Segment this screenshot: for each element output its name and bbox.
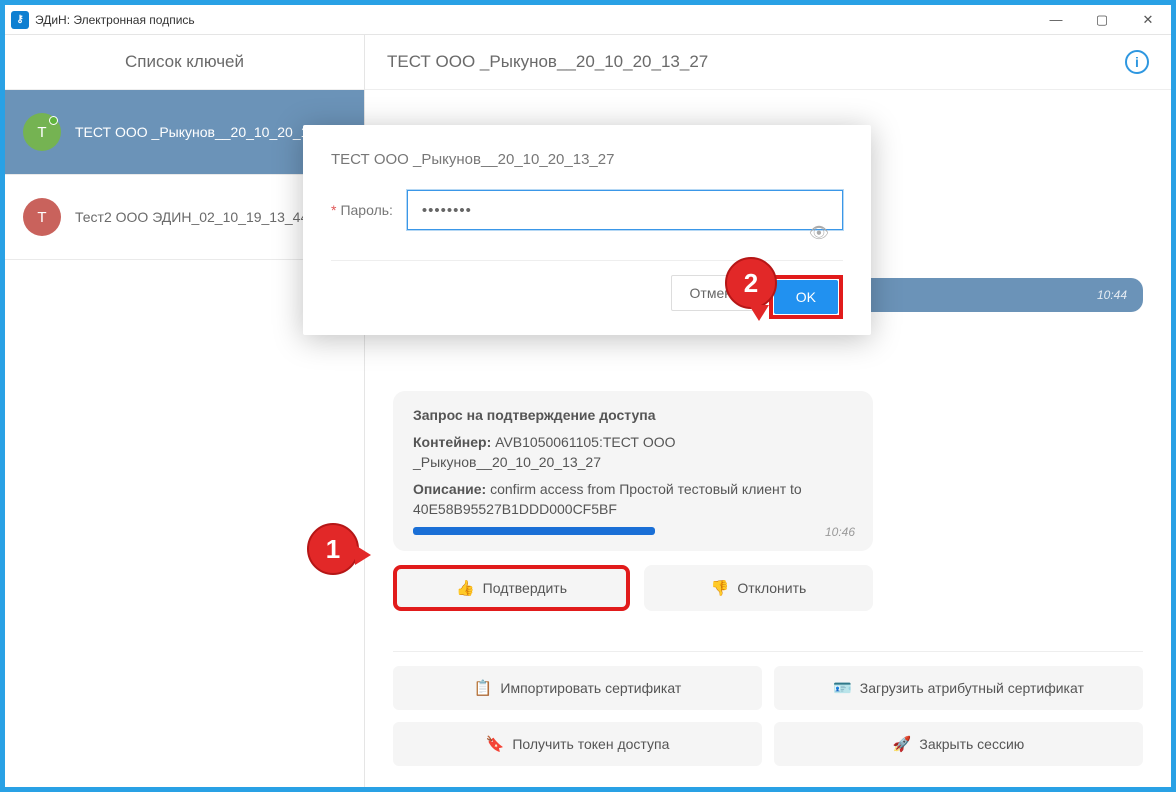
minimize-button[interactable]: —	[1033, 5, 1079, 35]
reject-button[interactable]: 👎 Отклонить	[644, 565, 873, 611]
sidebar-header: Список ключей	[5, 35, 364, 90]
load-attr-cert-button[interactable]: 🪪 Загрузить атрибутный сертификат	[774, 666, 1143, 710]
get-token-button[interactable]: 🔖 Получить токен доступа	[393, 722, 762, 766]
progress-bar	[413, 527, 655, 535]
close-session-icon: 🚀	[893, 735, 912, 753]
key-label: ТЕСТ ООО _Рыкунов__20_10_20_13_27	[75, 124, 340, 140]
message-time: 10:44	[1097, 288, 1127, 302]
attribute-icon: 🪪	[833, 679, 852, 697]
annotation-callout-2: 2	[725, 257, 777, 309]
avatar: Т	[23, 198, 61, 236]
confirm-button[interactable]: 👍 Подтвердить	[393, 565, 630, 611]
password-label: *Пароль:	[331, 202, 393, 218]
app-icon: ⚷	[11, 11, 29, 29]
description-label: Описание:	[413, 481, 486, 497]
clipboard-icon: 📋	[474, 679, 493, 697]
container-label: Контейнер:	[413, 434, 491, 450]
password-input[interactable]	[407, 190, 843, 230]
annotation-callout-1: 1	[307, 523, 359, 575]
eye-icon[interactable]: 👁	[809, 223, 829, 243]
password-dialog: ТЕСТ ООО _Рыкунов__20_10_20_13_27 *Парол…	[303, 125, 871, 335]
titlebar: ⚷ ЭДиН: Электронная подпись — ▢ ✕	[5, 5, 1171, 35]
content-header: ТЕСТ ООО _Рыкунов__20_10_20_13_27 i	[365, 35, 1171, 90]
thumbs-up-icon: 👍	[456, 579, 475, 597]
avatar: Т	[23, 113, 61, 151]
status-dot-icon	[49, 116, 58, 125]
thumbs-down-icon: 👎	[711, 579, 730, 597]
token-icon: 🔖	[486, 735, 505, 753]
close-button[interactable]: ✕	[1125, 5, 1171, 35]
card-time: 10:46	[825, 525, 855, 539]
required-mark-icon: *	[331, 202, 336, 218]
info-icon[interactable]: i	[1125, 50, 1149, 74]
maximize-button[interactable]: ▢	[1079, 5, 1125, 35]
access-request-card: Запрос на подтверждение доступа Контейне…	[393, 391, 873, 551]
dialog-title: ТЕСТ ООО _Рыкунов__20_10_20_13_27	[331, 151, 843, 168]
import-cert-button[interactable]: 📋 Импортировать сертификат	[393, 666, 762, 710]
page-title: ТЕСТ ООО _Рыкунов__20_10_20_13_27	[387, 52, 708, 72]
close-session-button[interactable]: 🚀 Закрыть сессию	[774, 722, 1143, 766]
ok-button[interactable]: OK	[774, 280, 838, 314]
ok-highlight: OK	[769, 275, 843, 319]
card-title: Запрос на подтверждение доступа	[413, 407, 853, 423]
key-label: Тест2 ООО ЭДИН_02_10_19_13_44	[75, 209, 308, 225]
window-title: ЭДиН: Электронная подпись	[35, 13, 195, 27]
